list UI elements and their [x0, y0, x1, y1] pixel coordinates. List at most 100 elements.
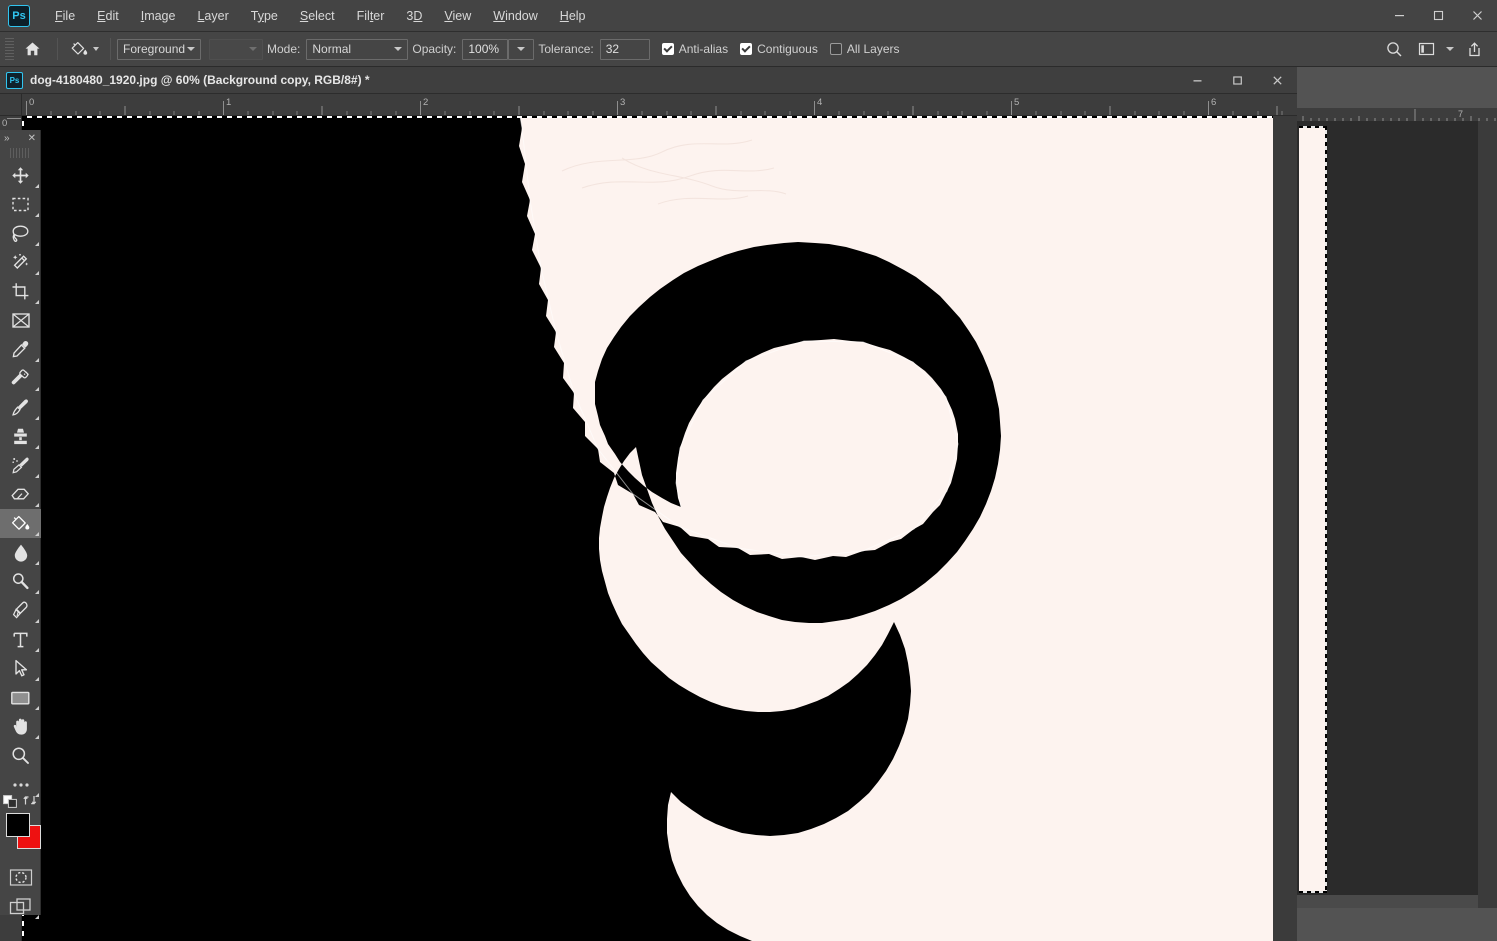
- fill-source-dropdown[interactable]: Foreground: [117, 38, 201, 60]
- lasso-tool[interactable]: [0, 219, 41, 248]
- document-file-icon: Ps: [6, 71, 23, 89]
- svg-text:7: 7: [1458, 109, 1463, 119]
- opacity-input[interactable]: 100%: [462, 38, 509, 60]
- opacity-label: Opacity:: [412, 42, 457, 56]
- svg-text:0: 0: [2, 118, 7, 129]
- chevron-down-icon: [394, 47, 403, 51]
- menu-window[interactable]: Window: [482, 3, 548, 29]
- brush-tool[interactable]: [0, 393, 41, 422]
- menu-help[interactable]: Help: [549, 3, 597, 29]
- clone-stamp-tool[interactable]: [0, 422, 41, 451]
- type-tool[interactable]: [0, 625, 41, 654]
- document-tab-title[interactable]: dog-4180480_1920.jpg @ 60% (Background c…: [30, 73, 370, 87]
- frame-tool[interactable]: [0, 306, 41, 335]
- foreground-color-swatch[interactable]: [6, 813, 30, 837]
- ruler-origin-corner[interactable]: [0, 94, 22, 116]
- rectangle-tool[interactable]: [0, 683, 41, 712]
- options-bar-grip[interactable]: [5, 38, 14, 60]
- document-window-controls: [1177, 67, 1297, 94]
- color-swatches: [0, 795, 41, 855]
- blend-mode-dropdown[interactable]: Normal: [306, 38, 409, 60]
- magic-wand-tool[interactable]: [0, 248, 41, 277]
- quick-mask-button[interactable]: [0, 863, 41, 892]
- swap-colors-icon[interactable]: [23, 794, 37, 810]
- screen-mode-button[interactable]: [0, 892, 41, 921]
- background-document-image: [1299, 126, 1325, 893]
- tool-flyout-indicator: [35, 915, 39, 919]
- home-icon[interactable]: [17, 36, 47, 62]
- eyedropper-tool[interactable]: [0, 335, 41, 364]
- menu-filter[interactable]: Filter: [346, 3, 396, 29]
- tool-flyout-indicator: [35, 503, 39, 507]
- menu-file[interactable]: File: [44, 3, 86, 29]
- share-icon[interactable]: [1459, 36, 1489, 62]
- menu-3d[interactable]: 3D: [395, 3, 433, 29]
- chevron-down-icon[interactable]: [1443, 36, 1457, 62]
- healing-brush-tool[interactable]: [0, 364, 41, 393]
- tool-preset-picker[interactable]: [64, 36, 102, 62]
- default-colors-icon[interactable]: [3, 795, 19, 812]
- options-divider-1: [57, 38, 58, 60]
- document-maximize-button[interactable]: [1217, 67, 1257, 94]
- menu-select[interactable]: Select: [289, 3, 346, 29]
- tools-divider-2: [0, 855, 40, 863]
- tool-flyout-indicator: [35, 561, 39, 565]
- hand-tool[interactable]: [0, 712, 41, 741]
- canvas-scroll-area[interactable]: [22, 116, 1297, 941]
- document-canvas[interactable]: [22, 116, 1273, 941]
- tool-flyout-indicator: [35, 735, 39, 739]
- anti-alias-label: Anti-alias: [678, 42, 729, 56]
- path-selection-tool[interactable]: [0, 654, 41, 683]
- collapse-panel-icon[interactable]: »: [4, 134, 10, 144]
- blur-tool[interactable]: [0, 538, 41, 567]
- chevron-down-icon: [249, 47, 257, 51]
- chevron-down-icon: [187, 47, 195, 51]
- menu-view[interactable]: View: [433, 3, 482, 29]
- selection-marquee-top-edge: [22, 116, 1273, 118]
- dodge-tool[interactable]: [0, 567, 41, 596]
- opacity-slider-button[interactable]: [508, 38, 535, 60]
- eraser-tool[interactable]: [0, 480, 41, 509]
- menu-image[interactable]: Image: [130, 3, 187, 29]
- paint-bucket-tool[interactable]: [0, 509, 41, 538]
- svg-text:3: 3: [620, 97, 625, 108]
- background-document-ruler: 7: [1297, 108, 1497, 121]
- tool-flyout-indicator: [35, 445, 39, 449]
- rectangular-marquee-tool[interactable]: [0, 190, 41, 219]
- background-document-status-bar: [1297, 895, 1478, 908]
- workspace-icon[interactable]: [1411, 36, 1441, 62]
- anti-alias-checkbox-group[interactable]: Anti-alias: [661, 42, 729, 56]
- app-restore-button[interactable]: [1419, 0, 1458, 32]
- pen-tool[interactable]: [0, 596, 41, 625]
- contiguous-checkbox[interactable]: [740, 43, 753, 55]
- tool-flyout-indicator: [35, 474, 39, 478]
- app-minimize-button[interactable]: [1380, 0, 1419, 32]
- zoom-tool[interactable]: [0, 741, 41, 770]
- menu-layer[interactable]: Layer: [186, 3, 239, 29]
- menu-type[interactable]: Type: [240, 3, 289, 29]
- contiguous-checkbox-group[interactable]: Contiguous: [740, 42, 818, 56]
- background-document-window[interactable]: 7: [1297, 108, 1497, 908]
- history-brush-tool[interactable]: [0, 451, 41, 480]
- options-bar: Foreground Mode: Normal Opacity: 100% To…: [0, 32, 1497, 67]
- tools-panel-grip[interactable]: [10, 148, 30, 158]
- options-bar-right-icons: [1379, 36, 1497, 62]
- search-icon[interactable]: [1379, 36, 1409, 62]
- app-close-button[interactable]: [1458, 0, 1497, 32]
- crop-tool[interactable]: [0, 277, 41, 306]
- menu-edit[interactable]: Edit: [86, 3, 130, 29]
- document-minimize-button[interactable]: [1177, 67, 1217, 94]
- move-tool[interactable]: [0, 161, 41, 190]
- tool-flyout-indicator: [35, 184, 39, 188]
- close-panel-icon[interactable]: ✕: [28, 134, 36, 144]
- anti-alias-checkbox[interactable]: [661, 43, 674, 55]
- all-layers-checkbox[interactable]: [829, 43, 842, 55]
- background-document-canvas[interactable]: [1297, 121, 1478, 895]
- pattern-picker-dropdown: [209, 38, 263, 60]
- all-layers-checkbox-group[interactable]: All Layers: [829, 42, 900, 56]
- horizontal-ruler[interactable]: 0 1 2 3 4 5 6: [22, 94, 1297, 116]
- document-close-button[interactable]: [1257, 67, 1297, 94]
- tolerance-input[interactable]: 32: [599, 38, 650, 60]
- tool-flyout-indicator: [35, 300, 39, 304]
- selection-marquee-bottom: [1299, 891, 1327, 893]
